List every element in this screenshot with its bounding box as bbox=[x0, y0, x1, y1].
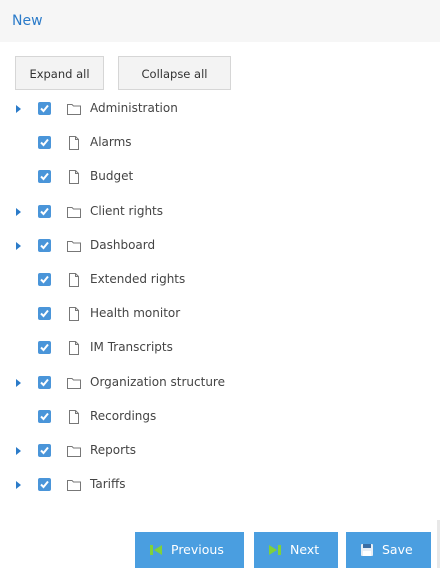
tree-node-label: Organization structure bbox=[90, 375, 225, 389]
tree-node[interactable]: Health monitor bbox=[0, 302, 300, 326]
document-icon bbox=[69, 341, 79, 355]
next-label: Next bbox=[290, 542, 320, 557]
tree-node-label: Dashboard bbox=[90, 238, 156, 252]
document-icon bbox=[69, 273, 79, 287]
tree-node[interactable]: Reports bbox=[0, 439, 300, 463]
tree-node[interactable]: Alarms bbox=[0, 131, 300, 155]
tree-node[interactable]: Recordings bbox=[0, 405, 300, 429]
expand-arrow-icon[interactable] bbox=[16, 481, 21, 489]
checkbox[interactable] bbox=[38, 170, 51, 183]
tree-node-label: Extended rights bbox=[90, 272, 186, 286]
save-button[interactable]: Save bbox=[346, 532, 431, 568]
tree-node-label: Client rights bbox=[90, 204, 164, 218]
expand-arrow-icon[interactable] bbox=[16, 447, 21, 455]
previous-icon bbox=[150, 545, 162, 555]
folder-icon bbox=[67, 480, 81, 491]
checkbox[interactable] bbox=[38, 273, 51, 286]
tree-node[interactable]: Extended rights bbox=[0, 268, 300, 292]
checkbox[interactable] bbox=[38, 239, 51, 252]
save-icon bbox=[361, 544, 373, 556]
folder-icon bbox=[67, 446, 81, 457]
save-label: Save bbox=[382, 542, 413, 557]
folder-icon bbox=[67, 378, 81, 389]
checkbox[interactable] bbox=[38, 136, 51, 149]
next-button[interactable]: Next bbox=[254, 532, 338, 568]
tree-node-label: Alarms bbox=[90, 135, 132, 149]
tree-node[interactable]: IM Transcripts bbox=[0, 336, 300, 360]
tree-node-label: Recordings bbox=[90, 409, 157, 423]
expand-arrow-icon[interactable] bbox=[16, 242, 21, 250]
checkbox[interactable] bbox=[38, 307, 51, 320]
tree-node-label: Reports bbox=[90, 443, 137, 457]
tree-node[interactable]: Tariffs bbox=[0, 473, 300, 497]
expand-all-button[interactable]: Expand all bbox=[15, 56, 104, 90]
document-icon bbox=[69, 136, 79, 150]
tree-node-label: Budget bbox=[90, 169, 134, 183]
dialog-title: New bbox=[12, 13, 43, 29]
tree-node-label: Tariffs bbox=[90, 477, 126, 491]
collapse-all-button[interactable]: Collapse all bbox=[118, 56, 231, 90]
checkbox[interactable] bbox=[38, 205, 51, 218]
next-icon bbox=[269, 545, 281, 555]
expand-arrow-icon[interactable] bbox=[16, 208, 21, 216]
tree-node[interactable]: Client rights bbox=[0, 200, 300, 224]
tree-node-label: Health monitor bbox=[90, 306, 181, 320]
previous-button[interactable]: Previous bbox=[135, 532, 244, 568]
folder-icon bbox=[67, 241, 81, 252]
checkbox[interactable] bbox=[38, 478, 51, 491]
checkbox[interactable] bbox=[38, 102, 51, 115]
document-icon bbox=[69, 170, 79, 184]
tree-node[interactable]: Administration bbox=[0, 97, 300, 121]
checkbox[interactable] bbox=[38, 376, 51, 389]
tree-node[interactable]: Organization structure bbox=[0, 371, 300, 395]
tree-node[interactable]: Budget bbox=[0, 165, 300, 189]
checkbox[interactable] bbox=[38, 444, 51, 457]
dialog-header: New bbox=[0, 0, 440, 42]
checkbox[interactable] bbox=[38, 341, 51, 354]
tree-node-label: Administration bbox=[90, 101, 178, 115]
folder-icon bbox=[67, 104, 81, 115]
previous-label: Previous bbox=[171, 542, 224, 557]
expand-arrow-icon[interactable] bbox=[16, 379, 21, 387]
document-icon bbox=[69, 410, 79, 424]
tree-node-label: IM Transcripts bbox=[90, 340, 173, 354]
folder-icon bbox=[67, 207, 81, 218]
checkbox[interactable] bbox=[38, 410, 51, 423]
tree-node[interactable]: Dashboard bbox=[0, 234, 300, 258]
expand-arrow-icon[interactable] bbox=[16, 105, 21, 113]
document-icon bbox=[69, 307, 79, 321]
